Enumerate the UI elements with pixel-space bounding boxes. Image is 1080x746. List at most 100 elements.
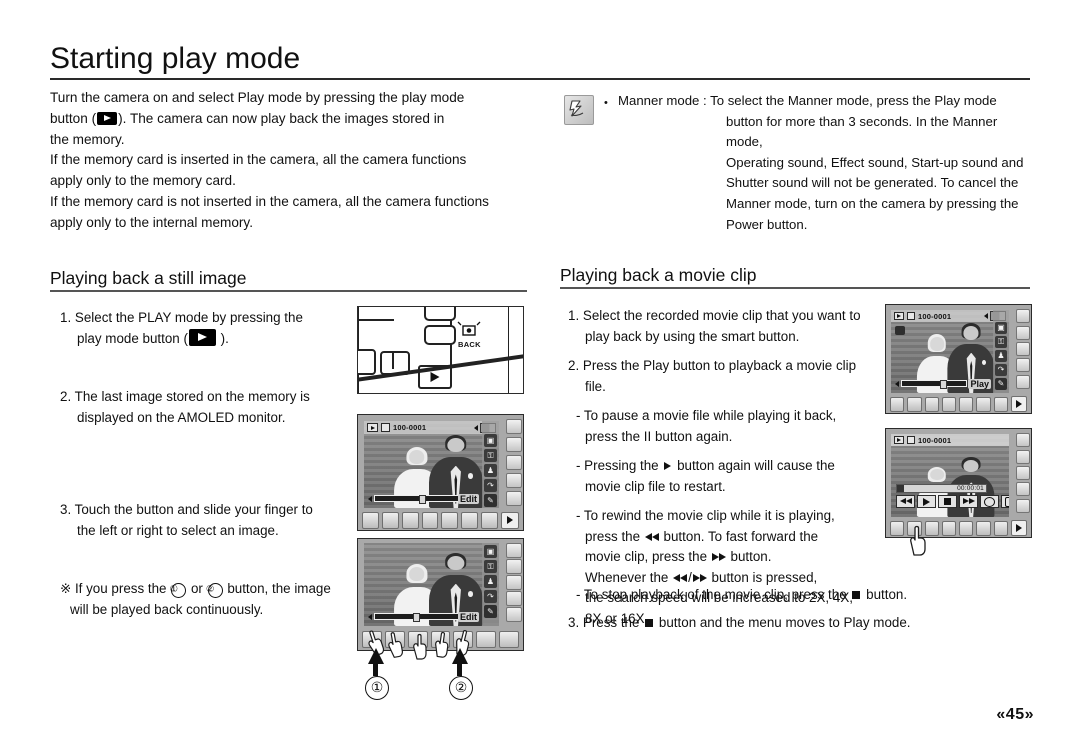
slider-track[interactable]: [374, 613, 471, 622]
lcd-right-keys: [1015, 305, 1031, 393]
smart-button[interactable]: [959, 396, 974, 412]
capture-button[interactable]: [1001, 495, 1009, 508]
smart-button[interactable]: [499, 630, 520, 648]
lcd-screen: 100-0001 00:00:01: [891, 434, 1009, 517]
lcd-right-keys: [505, 415, 523, 510]
memory-card-icon: [907, 436, 915, 444]
finger-cursor-icon: [382, 628, 409, 659]
edit-label[interactable]: Edit: [458, 612, 479, 622]
slider-knob[interactable]: [940, 380, 948, 389]
smart-key[interactable]: [506, 490, 522, 506]
smart-button[interactable]: [976, 396, 991, 412]
fast-forward-button[interactable]: [959, 495, 978, 508]
movie-icon[interactable]: ▣: [995, 322, 1007, 334]
slider-track[interactable]: [901, 380, 967, 389]
play-mode-indicator-icon: [894, 312, 904, 320]
play-label[interactable]: Play: [968, 379, 991, 389]
right-step-3: 3. Press the button and the menu moves t…: [568, 613, 988, 634]
person-icon[interactable]: ♟: [484, 464, 497, 477]
play-key[interactable]: [501, 511, 520, 529]
smart-key[interactable]: [506, 542, 522, 558]
smart-button[interactable]: [476, 630, 497, 648]
smart-button[interactable]: [401, 511, 419, 529]
movie-icon[interactable]: ▣: [484, 434, 497, 447]
edit-label[interactable]: Edit: [458, 494, 479, 504]
smart-key[interactable]: [506, 591, 522, 607]
smart-key[interactable]: [1016, 482, 1030, 497]
rotate-icon[interactable]: ↷: [484, 479, 497, 492]
lock-icon[interactable]: ⚿: [995, 336, 1007, 348]
left-step-3-line2: the left or right to select an image.: [77, 522, 279, 538]
smart-key[interactable]: [506, 454, 522, 470]
play-key[interactable]: [1010, 520, 1027, 536]
smart-key[interactable]: [506, 437, 522, 453]
lock-icon[interactable]: ⚿: [484, 449, 497, 462]
smart-key[interactable]: [1016, 341, 1030, 356]
left-note-line1: ※ If you press the ① or ② button, the im…: [60, 579, 350, 600]
pencil-icon[interactable]: ✎: [484, 605, 497, 618]
intro-line-1: Turn the camera on and select Play mode …: [50, 88, 550, 109]
smart-key[interactable]: [1016, 498, 1030, 513]
smart-button[interactable]: [941, 396, 957, 412]
slider-knob[interactable]: [413, 613, 420, 622]
smart-button[interactable]: [959, 520, 974, 536]
smart-button[interactable]: [993, 396, 1008, 412]
play-key[interactable]: [1010, 396, 1027, 412]
smart-button[interactable]: [976, 520, 991, 536]
smart-button[interactable]: [481, 511, 499, 529]
smart-button[interactable]: [381, 511, 399, 529]
smart-key[interactable]: [1016, 465, 1030, 480]
smart-key[interactable]: [506, 419, 522, 435]
rotate-icon[interactable]: ↷: [995, 364, 1007, 376]
left-step-2: 2. The last image stored on the memory i…: [60, 387, 350, 408]
callout-1-inline: ①: [169, 583, 187, 598]
smart-button[interactable]: [924, 396, 939, 412]
note-text: • Manner mode : To select the Manner mod…: [604, 91, 1034, 235]
smart-key[interactable]: [1016, 449, 1030, 464]
smart-key[interactable]: [1016, 309, 1030, 324]
right-step-3b: button and the menu moves to Play mode.: [655, 614, 911, 630]
lock-icon[interactable]: ⚿: [484, 560, 497, 573]
intro-line-7: apply only to the internal memory.: [50, 214, 253, 230]
smart-key[interactable]: [1016, 374, 1030, 389]
smart-key[interactable]: [1016, 325, 1030, 340]
smart-key[interactable]: [506, 574, 522, 590]
rotate-icon[interactable]: ↷: [484, 590, 497, 603]
smart-key[interactable]: [506, 607, 522, 623]
progress-fill: [897, 485, 904, 492]
right-sub-3e: button.: [726, 549, 772, 564]
right-sub-3: - To rewind the movie clip while it is p…: [568, 506, 878, 527]
callout-stem-2: [457, 662, 462, 676]
rewind-button[interactable]: [896, 495, 915, 508]
smart-key[interactable]: [1016, 358, 1030, 373]
pencil-icon[interactable]: ✎: [995, 378, 1007, 390]
pencil-icon[interactable]: ✎: [484, 494, 497, 507]
volume-button[interactable]: [980, 495, 999, 508]
smart-key[interactable]: [506, 558, 522, 574]
stop-button[interactable]: [938, 495, 957, 508]
smart-button[interactable]: [890, 396, 905, 412]
smart-button[interactable]: [441, 511, 459, 529]
smart-key[interactable]: [1016, 433, 1030, 448]
smart-button[interactable]: [907, 396, 922, 412]
smart-button[interactable]: [362, 511, 379, 529]
image-slider[interactable]: [895, 380, 973, 389]
person-icon[interactable]: ♟: [995, 350, 1007, 362]
slider-knob[interactable]: [418, 495, 426, 504]
smart-button[interactable]: [941, 520, 957, 536]
smart-button[interactable]: [890, 520, 905, 536]
movie-file-indicator-icon: [895, 326, 905, 335]
slider-left-arrow: [368, 613, 372, 620]
page-title: Starting play mode: [50, 42, 301, 75]
person-icon[interactable]: ♟: [484, 575, 497, 588]
movie-progress-bar[interactable]: 00:00:01: [896, 484, 987, 493]
movie-icon[interactable]: ▣: [484, 545, 497, 558]
left-note-a: If you press the: [71, 581, 171, 596]
smart-button[interactable]: [421, 511, 439, 529]
play-button[interactable]: [917, 495, 936, 508]
smart-button[interactable]: [461, 511, 479, 529]
smart-key[interactable]: [506, 472, 522, 488]
smart-button[interactable]: [993, 520, 1008, 536]
slider-track[interactable]: [374, 495, 471, 504]
